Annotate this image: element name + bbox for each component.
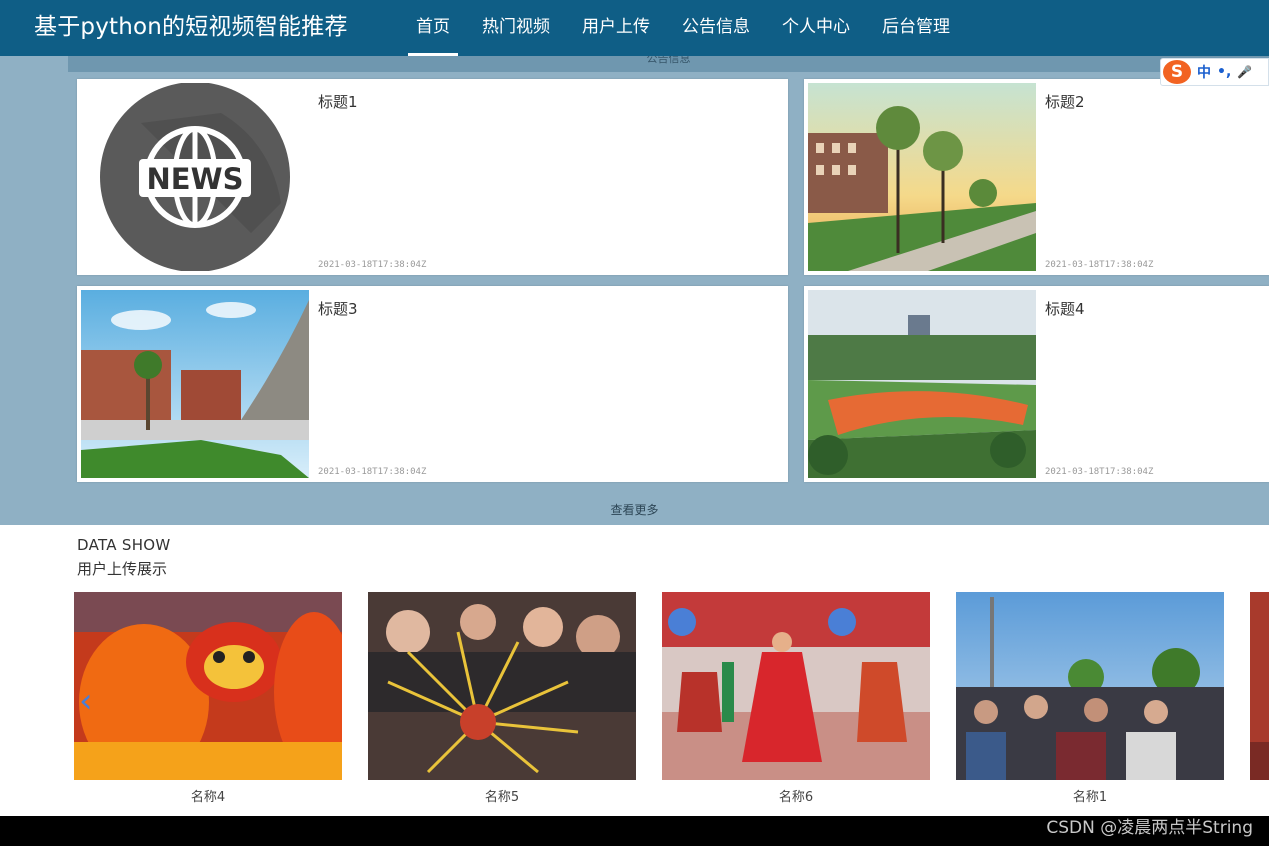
gallery-item-partial[interactable] [1250, 592, 1269, 780]
news-section: 公告信息 NEWS 标题1 2021-03-18T17:38:04Z 标题2 2… [0, 56, 1269, 525]
menu-user-upload[interactable]: 用户上传 [566, 0, 666, 56]
carousel-prev-icon[interactable]: ‹ [79, 681, 93, 721]
gallery-image [1250, 592, 1269, 780]
gallery-image [74, 592, 342, 780]
gallery-caption: 名称1 [1072, 790, 1108, 805]
section-title: DATA SHOW [77, 536, 171, 554]
menu-hot-videos[interactable]: 热门视频 [466, 0, 566, 56]
gallery-image [956, 592, 1224, 780]
news-thumbnail [808, 83, 1036, 271]
ime-logo-icon[interactable]: S [1163, 60, 1191, 84]
gallery-image [368, 592, 636, 780]
ime-punctuation[interactable]: •, [1217, 64, 1231, 80]
news-title[interactable]: 标题1 [318, 91, 358, 112]
gallery-item[interactable]: 名称5 [368, 592, 636, 805]
site-title[interactable]: 基于python的短视频智能推荐 [34, 10, 348, 44]
ime-toolbar[interactable]: S 中 •, 🎤 [1160, 58, 1269, 86]
top-navbar: 基于python的短视频智能推荐 首页 热门视频 用户上传 公告信息 个人中心 … [0, 0, 1269, 56]
news-card[interactable]: 标题3 2021-03-18T17:38:04Z [77, 286, 788, 482]
data-show-section: DATA SHOW 用户上传展示 名称4 名称5 名称6 名称1 ‹ [0, 525, 1269, 816]
news-thumbnail [808, 290, 1036, 478]
menu-home[interactable]: 首页 [400, 0, 466, 56]
gallery-item[interactable]: 名称6 [662, 592, 930, 805]
view-more-link[interactable]: 查看更多 [0, 501, 1269, 518]
gallery-caption: 名称6 [778, 790, 814, 805]
news-time: 2021-03-18T17:38:04Z [1045, 467, 1154, 477]
csdn-watermark: CSDN @凌晨两点半String [1046, 818, 1253, 838]
news-card[interactable]: 标题4 2021-03-18T17:38:04Z [804, 286, 1269, 482]
gallery-item[interactable]: 名称1 [956, 592, 1224, 805]
menu-admin[interactable]: 后台管理 [866, 0, 966, 56]
menu-announcements[interactable]: 公告信息 [666, 0, 766, 56]
news-time: 2021-03-18T17:38:04Z [318, 467, 427, 477]
news-thumbnail [81, 290, 309, 478]
news-badge-text: NEWS [147, 162, 244, 196]
news-time: 2021-03-18T17:38:04Z [318, 260, 427, 270]
news-title[interactable]: 标题2 [1045, 91, 1085, 112]
gallery-image [662, 592, 930, 780]
section-subtitle: 用户上传展示 [77, 560, 168, 578]
menu-personal-center[interactable]: 个人中心 [766, 0, 866, 56]
main-menu: 首页 热门视频 用户上传 公告信息 个人中心 后台管理 [400, 0, 966, 56]
gallery-item[interactable]: 名称4 [74, 592, 342, 805]
news-card[interactable]: 标题2 2021-03-18T17:38:04Z [804, 79, 1269, 275]
news-title[interactable]: 标题4 [1045, 298, 1085, 319]
gallery-caption: 名称5 [484, 790, 520, 805]
gallery-caption: 名称4 [190, 790, 226, 805]
news-title[interactable]: 标题3 [318, 298, 358, 319]
news-card[interactable]: NEWS 标题1 2021-03-18T17:38:04Z [77, 79, 788, 275]
news-thumbnail: NEWS [81, 83, 309, 271]
news-time: 2021-03-18T17:38:04Z [1045, 260, 1154, 270]
section-header-strip: 公告信息 [68, 56, 1269, 72]
ime-language[interactable]: 中 [1197, 62, 1211, 82]
microphone-icon[interactable]: 🎤 [1237, 65, 1252, 79]
